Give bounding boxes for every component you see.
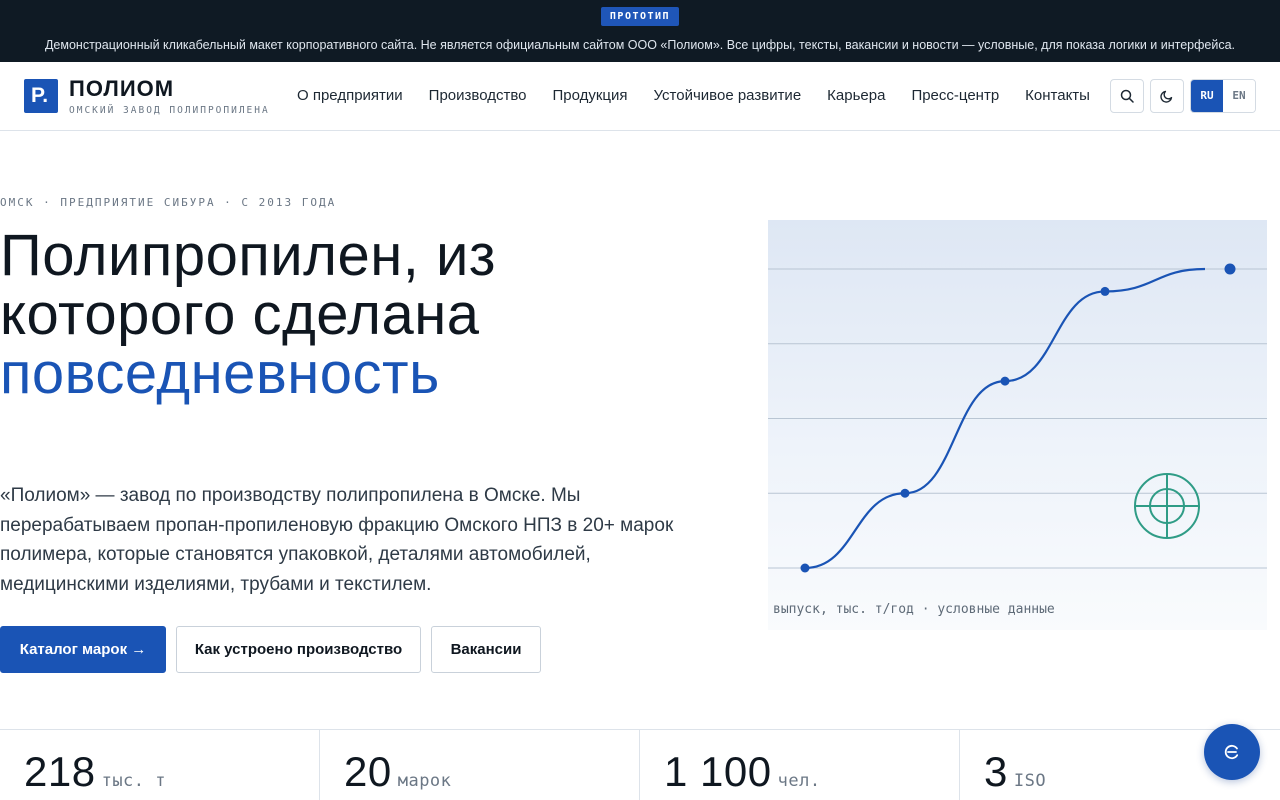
chart-point bbox=[1100, 286, 1110, 296]
stat-unit: ISO bbox=[1013, 771, 1047, 791]
lang-ru[interactable]: RU bbox=[1191, 80, 1223, 112]
lang-en[interactable]: EN bbox=[1223, 80, 1255, 112]
prototype-notice: Демонстрационный кликабельный макет корп… bbox=[44, 38, 1236, 52]
language-switcher: RU EN bbox=[1190, 79, 1256, 113]
chart-panel bbox=[768, 220, 1267, 630]
nav-item-sustainability[interactable]: Устойчивое развитие bbox=[654, 87, 802, 104]
nav-item-career[interactable]: Карьера bbox=[827, 87, 885, 104]
chart-point bbox=[1000, 376, 1010, 386]
hero-eyebrow: ОМСК · ПРЕДПРИЯТИЕ СИБУРА · С 2013 ГОДА bbox=[0, 196, 337, 209]
chat-button[interactable] bbox=[1204, 724, 1260, 780]
prototype-badge: ПРОТОТИП bbox=[601, 7, 679, 26]
logo-name[interactable]: ПОЛИОМ bbox=[69, 76, 174, 102]
stat-capacity: 218 тыс. т bbox=[0, 730, 320, 800]
production-button[interactable]: Как устроено производство bbox=[176, 626, 421, 673]
stat-grades: 20 марок bbox=[320, 730, 640, 800]
prototype-banner: ПРОТОТИП Демонстрационный кликабельный м… bbox=[0, 0, 1280, 62]
nav-item-products[interactable]: Продукция bbox=[552, 87, 627, 104]
theme-toggle-button[interactable] bbox=[1150, 79, 1184, 113]
stats-strip: 218 тыс. т 20 марок 1 100 чел. 3 ISO bbox=[0, 729, 1280, 800]
chat-icon bbox=[1224, 744, 1239, 760]
hero-title-accent: повседневность bbox=[0, 341, 440, 406]
nav-item-contacts[interactable]: Контакты bbox=[1025, 87, 1090, 104]
main-nav: О предприятии Производство Продукция Уст… bbox=[297, 87, 1090, 104]
chart-point bbox=[1224, 263, 1236, 275]
stat-unit: чел. bbox=[777, 771, 821, 791]
output-chart bbox=[768, 263, 1267, 573]
nav-item-about[interactable]: О предприятии bbox=[297, 87, 403, 104]
moon-icon bbox=[1160, 90, 1173, 103]
stat-employees: 1 100 чел. bbox=[640, 730, 960, 800]
chart-point bbox=[800, 563, 810, 573]
nav-item-production[interactable]: Производство bbox=[429, 87, 527, 104]
chart-caption: выпуск, тыс. т/год · условные данные bbox=[773, 602, 1055, 617]
vacancies-button[interactable]: Вакансии bbox=[431, 626, 541, 673]
stat-value: 20 bbox=[344, 748, 392, 795]
logo-subtitle: ОМСКИЙ ЗАВОД ПОЛИПРОПИЛЕНА bbox=[69, 105, 270, 116]
hero-title-main: Полипропилен, из которого сделана bbox=[0, 223, 496, 347]
nav-item-press[interactable]: Пресс-центр bbox=[911, 87, 999, 104]
catalog-button[interactable]: Каталог марок → bbox=[0, 626, 166, 673]
stat-unit: марок bbox=[397, 771, 452, 791]
hero-title: Полипропилен, из которого сделана повсед… bbox=[0, 226, 740, 403]
site-header: P. ПОЛИОМ ОМСКИЙ ЗАВОД ПОЛИПРОПИЛЕНА О п… bbox=[0, 62, 1280, 131]
stat-unit: тыс. т bbox=[101, 771, 166, 791]
search-icon bbox=[1120, 89, 1134, 103]
logo-mark[interactable]: P. bbox=[24, 79, 58, 113]
stat-value: 218 bbox=[24, 748, 96, 795]
chart-point bbox=[900, 488, 910, 498]
target-icon bbox=[1134, 473, 1200, 539]
hero-lead: «Полиом» — завод по производству полипро… bbox=[0, 485, 674, 595]
stat-value: 1 100 bbox=[664, 748, 772, 795]
stat-value: 3 bbox=[984, 748, 1008, 795]
search-button[interactable] bbox=[1110, 79, 1144, 113]
